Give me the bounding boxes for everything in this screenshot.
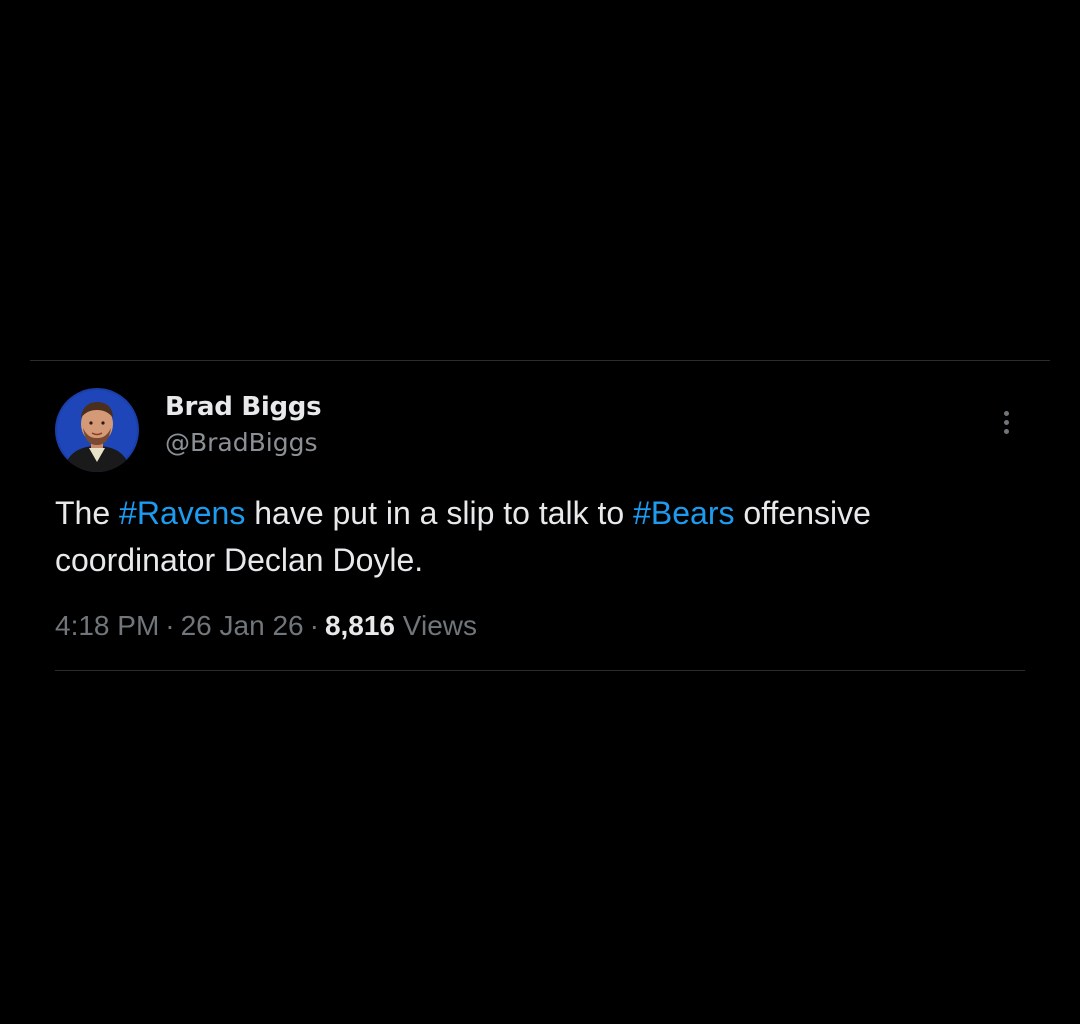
tweet-meta: 4:18 PM · 26 Jan 26 · 8,816 Views — [55, 608, 1025, 644]
tweet-text-part: The — [55, 495, 120, 531]
more-vertical-icon-dot-3 — [1003, 428, 1009, 434]
avatar-image — [55, 388, 139, 472]
tweet-text: The #Ravens have put in a slip to talk t… — [55, 490, 1025, 584]
author-display-name[interactable]: Brad Biggs — [165, 390, 322, 424]
more-options-button[interactable] — [993, 402, 1019, 442]
author-names: Brad Biggs @BradBiggs — [165, 390, 322, 460]
avatar[interactable] — [55, 388, 139, 472]
meta-separator: · — [309, 610, 319, 641]
author-handle[interactable]: @BradBiggs — [165, 426, 321, 460]
tweet-text-part: have put in a slip to talk to — [245, 495, 634, 531]
views-label: Views — [402, 610, 477, 641]
tweet-date[interactable]: 26 Jan 26 — [181, 610, 304, 641]
tweet-header: Brad Biggs @BradBiggs — [55, 386, 1025, 472]
hashtag-ravens-link[interactable]: #Ravens — [119, 495, 245, 531]
more-vertical-icon — [1003, 410, 1009, 416]
tweet-time[interactable]: 4:18 PM — [55, 610, 159, 641]
hashtag-bears-link[interactable]: #Bears — [633, 495, 734, 531]
tweet-card[interactable]: Brad Biggs @BradBiggs The #Ravens have p… — [55, 386, 1025, 644]
more-vertical-icon-dot-2 — [1003, 419, 1009, 425]
bottom-divider — [55, 670, 1025, 671]
views-count[interactable]: 8,816 — [325, 610, 395, 641]
top-divider — [30, 360, 1050, 361]
meta-separator: · — [165, 610, 175, 641]
